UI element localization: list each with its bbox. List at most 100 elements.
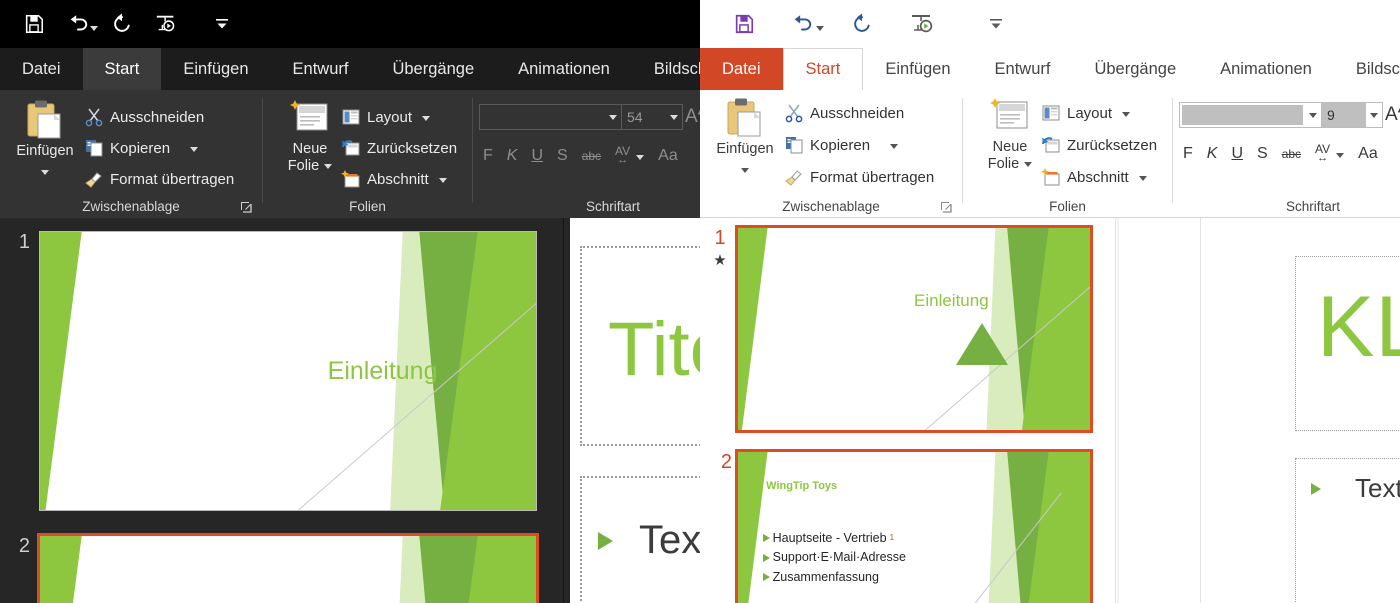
- thumbnail-item-1[interactable]: 1 Einleitung: [8, 231, 537, 511]
- save-icon[interactable]: [722, 4, 766, 44]
- change-case-button[interactable]: Aa: [1358, 145, 1378, 163]
- new-slide-dropdown-caret[interactable]: [324, 164, 333, 170]
- paste-button[interactable]: Einfügen: [706, 96, 784, 178]
- tab-bildschirmpraesentation[interactable]: Bildschirmpräsentation: [1334, 48, 1400, 90]
- thumbnail-item-1[interactable]: 1 ★ Einleitung: [708, 225, 1093, 433]
- tab-datei[interactable]: Datei: [700, 48, 783, 90]
- underline-button[interactable]: U: [1231, 145, 1243, 163]
- format-painter-button[interactable]: Format übertragen: [784, 162, 934, 192]
- text-shadow-button[interactable]: S: [1257, 145, 1268, 163]
- pane-divider[interactable]: [563, 218, 564, 603]
- powerpoint-dark-theme-window: Datei Start Einfügen Entwurf Übergänge A…: [0, 0, 700, 603]
- slide-thumbnail-pane[interactable]: 1 ★ Einleitung 2 WingTip Toys Hauptseite…: [700, 218, 1119, 603]
- thumbnail-item-2[interactable]: 2 WingTip Toys Hauptseite - Vertrieb 1 S…: [708, 449, 1093, 603]
- tab-animationen[interactable]: Animationen: [496, 48, 632, 90]
- slide-thumbnail-selected[interactable]: [37, 533, 539, 603]
- character-spacing-button[interactable]: AV ↔: [1315, 143, 1330, 164]
- thumbnail-item-2[interactable]: 2: [8, 533, 539, 603]
- slide-thumbnail[interactable]: Einleitung: [39, 231, 537, 511]
- reset-icon: [342, 140, 360, 156]
- start-slideshow-icon[interactable]: [900, 4, 944, 44]
- tab-start[interactable]: Start: [82, 48, 162, 90]
- layout-button[interactable]: Layout: [1041, 98, 1131, 128]
- section-button[interactable]: Abschnitt: [1041, 162, 1147, 192]
- font-size-input[interactable]: 54: [622, 105, 666, 129]
- tab-animationen[interactable]: Animationen: [1198, 48, 1334, 90]
- font-name-dropdown-caret[interactable]: [605, 105, 621, 129]
- paste-button[interactable]: Einfügen: [6, 98, 84, 180]
- strikethrough-button[interactable]: abc: [582, 149, 601, 163]
- copy-dropdown-caret[interactable]: [890, 136, 899, 154]
- reset-button[interactable]: Zurücksetzen: [1041, 130, 1157, 160]
- font-name-dropdown-caret[interactable]: [1305, 103, 1321, 127]
- font-name-input[interactable]: [1180, 103, 1305, 127]
- section-dropdown-caret[interactable]: [438, 170, 447, 188]
- character-spacing-dropdown-caret[interactable]: [636, 147, 645, 165]
- increase-font-size-button[interactable]: A▴: [1385, 104, 1400, 126]
- slide-thumbnail-pane[interactable]: 1 Einleitung 2: [0, 218, 565, 603]
- copy-button[interactable]: Kopieren: [84, 133, 199, 163]
- customize-quick-access-icon[interactable]: [200, 4, 244, 44]
- font-size-input[interactable]: 9: [1322, 103, 1366, 127]
- start-slideshow-icon[interactable]: [144, 4, 188, 44]
- tab-start[interactable]: Start: [782, 48, 864, 90]
- copy-button[interactable]: Kopieren: [784, 130, 899, 160]
- new-slide-button[interactable]: Neue Folie: [271, 98, 349, 174]
- paste-dropdown-caret[interactable]: [741, 160, 749, 178]
- redo-icon[interactable]: [840, 4, 884, 44]
- italic-button[interactable]: K: [1207, 145, 1218, 163]
- customize-quick-access-icon[interactable]: [974, 4, 1018, 44]
- text-shadow-button[interactable]: S: [557, 147, 568, 165]
- slide-editor-pane[interactable]: Titel Text: [570, 218, 700, 603]
- tab-einfuegen[interactable]: Einfügen: [863, 48, 972, 90]
- tab-uebergaenge[interactable]: Übergänge: [1072, 48, 1198, 90]
- section-button[interactable]: Abschnitt: [341, 164, 447, 194]
- font-size-dropdown-caret[interactable]: [666, 105, 682, 129]
- save-icon[interactable]: [12, 4, 56, 44]
- new-slide-dropdown-caret[interactable]: [1024, 162, 1033, 168]
- undo-icon[interactable]: [56, 4, 100, 44]
- undo-dropdown-caret[interactable]: [90, 18, 98, 36]
- font-group-label: Schriftart: [585, 199, 640, 214]
- new-slide-button[interactable]: Neue Folie: [971, 96, 1049, 172]
- slide-thumbnail-selected[interactable]: Einleitung: [735, 225, 1093, 433]
- tab-entwurf[interactable]: Entwurf: [271, 48, 371, 90]
- ribbon-tab-strip: Datei Start Einfügen Entwurf Übergänge A…: [700, 48, 1400, 90]
- undo-icon[interactable]: [780, 4, 824, 44]
- layout-dropdown-caret[interactable]: [422, 108, 431, 126]
- animation-star-icon[interactable]: ★: [713, 253, 726, 268]
- tab-entwurf[interactable]: Entwurf: [973, 48, 1073, 90]
- cut-button[interactable]: Ausschneiden: [84, 102, 204, 132]
- tab-bildschirmpraesentation[interactable]: Bildschirmpräsentation: [632, 48, 700, 90]
- tab-einfuegen[interactable]: Einfügen: [161, 48, 270, 90]
- layout-button[interactable]: Layout: [341, 102, 431, 132]
- slide-thumbnail-selected[interactable]: WingTip Toys Hauptseite - Vertrieb 1 Sup…: [735, 449, 1093, 603]
- reset-button[interactable]: Zurücksetzen: [341, 133, 457, 163]
- underline-button[interactable]: U: [531, 147, 543, 165]
- pane-divider[interactable]: [1115, 218, 1116, 603]
- increase-font-size-button[interactable]: A▴: [685, 106, 700, 128]
- section-dropdown-caret[interactable]: [1138, 168, 1147, 186]
- strikethrough-button[interactable]: abc: [1282, 147, 1301, 161]
- tab-uebergaenge[interactable]: Übergänge: [370, 48, 496, 90]
- layout-dropdown-caret[interactable]: [1122, 104, 1131, 122]
- change-case-button[interactable]: Aa: [658, 147, 678, 165]
- clipboard-dialog-launcher-icon[interactable]: [940, 201, 952, 213]
- character-spacing-button[interactable]: AV ↔: [615, 145, 630, 166]
- slide-editor-pane[interactable]: KLI Text du: [1201, 218, 1400, 603]
- paste-dropdown-caret[interactable]: [41, 162, 49, 180]
- green-triangle-shape[interactable]: [956, 322, 1009, 365]
- undo-dropdown-caret[interactable]: [816, 18, 824, 36]
- italic-button[interactable]: K: [507, 147, 518, 165]
- redo-icon[interactable]: [100, 4, 144, 44]
- tab-datei[interactable]: Datei: [0, 48, 83, 90]
- font-name-input[interactable]: [480, 105, 605, 129]
- format-painter-button[interactable]: Format übertragen: [84, 164, 234, 194]
- cut-button[interactable]: Ausschneiden: [784, 98, 904, 128]
- bold-button[interactable]: F: [483, 147, 493, 165]
- font-size-dropdown-caret[interactable]: [1366, 103, 1382, 127]
- copy-dropdown-caret[interactable]: [190, 139, 199, 157]
- bold-button[interactable]: F: [1183, 145, 1193, 163]
- character-spacing-dropdown-caret[interactable]: [1336, 145, 1345, 163]
- clipboard-dialog-launcher-icon[interactable]: [240, 201, 252, 213]
